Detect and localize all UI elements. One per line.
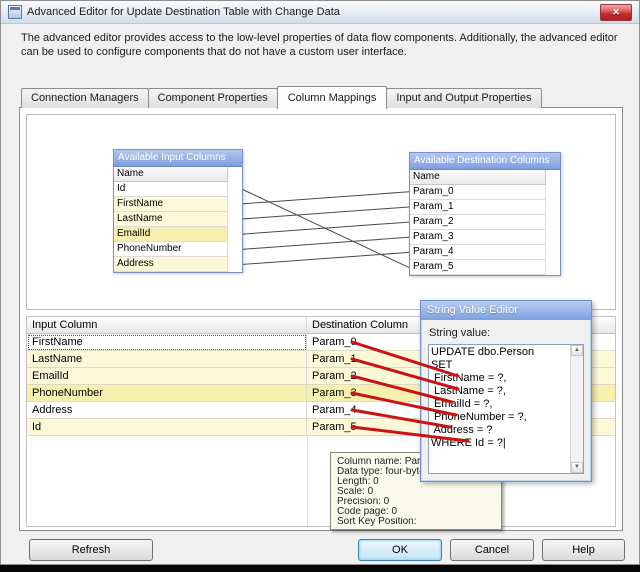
available-input-columns-box: Available Input Columns Name Id FirstNam… [113,149,243,273]
string-value-textarea[interactable]: UPDATE dbo.Person SET FirstName = ?, Las… [428,344,584,474]
grid-cell-input[interactable]: Id [27,419,307,436]
destination-column-item[interactable]: Param_1 [410,200,546,215]
window-title: Advanced Editor for Update Destination T… [27,6,340,18]
sql-text: UPDATE dbo.Person SET FirstName = ?, Las… [429,345,583,450]
tab-strip: Connection Managers Component Properties… [21,86,542,109]
string-value-editor-titlebar[interactable]: String Value Editor [421,301,591,320]
input-columns-box-titlebar[interactable]: Available Input Columns [114,150,242,167]
destination-columns-box-titlebar[interactable]: Available Destination Columns [410,153,560,170]
mapping-line [240,188,410,269]
grid-cell-input[interactable]: LastName [27,351,307,368]
destination-column-item[interactable]: Param_0 [410,185,546,200]
tooltip-line: Code page: 0 [337,507,398,517]
input-column-item[interactable]: PhoneNumber [114,242,228,257]
sql-line: SET [431,359,453,371]
input-column-item[interactable]: LastName [114,212,228,227]
mapping-canvas: Available Input Columns Name Id FirstNam… [26,114,616,310]
sql-line: Address = ? [431,424,493,436]
editor-scrollbar[interactable]: ▲ ▼ [570,345,583,473]
input-column-item[interactable]: FirstName [114,197,228,212]
string-value-editor-window: String Value Editor String value: UPDATE… [420,300,592,482]
input-columns-name-header[interactable]: Name [114,167,228,182]
tab-connection-managers[interactable]: Connection Managers [21,88,149,108]
string-value-label: String value: [429,327,491,339]
dialog-description: The advanced editor provides access to t… [21,32,618,58]
mapping-line [240,206,410,220]
tab-column-mappings[interactable]: Column Mappings [276,86,388,109]
tooltip-line: Scale: 0 [337,487,374,497]
dialog-icon [8,5,22,19]
tooltip-line: Precision: 0 [337,497,390,507]
ok-button[interactable]: OK [358,539,442,561]
grid-cell-input[interactable]: PhoneNumber [27,385,307,402]
sql-line: PhoneNumber = ?, [431,411,527,423]
mapping-line [240,191,410,205]
help-button[interactable]: Help [542,539,625,561]
close-icon: ✕ [612,7,620,17]
tab-input-output-properties[interactable]: Input and Output Properties [386,88,542,108]
sql-line: WHERE Id = ?| [431,437,506,449]
refresh-button[interactable]: Refresh [29,539,153,561]
tab-component-properties[interactable]: Component Properties [147,88,278,108]
screen: Advanced Editor for Update Destination T… [0,0,640,572]
destination-column-item[interactable]: Param_4 [410,245,546,260]
cancel-button[interactable]: Cancel [450,539,534,561]
dialog-titlebar[interactable]: Advanced Editor for Update Destination T… [1,1,639,24]
input-column-item[interactable]: EmailId [114,227,228,242]
sql-line: EmailId = ?, [431,398,493,410]
close-button[interactable]: ✕ [600,4,632,21]
destination-column-item[interactable]: Param_3 [410,230,546,245]
input-column-item[interactable]: Id [114,182,228,197]
destination-columns-name-header[interactable]: Name [410,170,546,185]
sql-line: FirstName = ?, [431,372,507,384]
grid-header-input-column[interactable]: Input Column [27,317,307,334]
sql-line: UPDATE dbo.Person [431,346,535,358]
tooltip-line: Sort Key Position: [337,517,417,527]
grid-cell-input[interactable]: Address [27,402,307,419]
mapping-line [240,236,410,250]
sql-line: LastName = ?, [431,385,506,397]
destination-column-item[interactable]: Param_2 [410,215,546,230]
scroll-up-icon[interactable]: ▲ [571,345,583,356]
grid-cell-input[interactable]: EmailId [27,368,307,385]
destination-column-item[interactable]: Param_5 [410,260,546,275]
grid-cell-input[interactable]: FirstName [27,334,307,351]
scroll-down-icon[interactable]: ▼ [571,462,583,473]
available-destination-columns-box: Available Destination Columns Name Param… [409,152,561,276]
bottom-strip [0,565,640,572]
string-value-editor-title: String Value Editor [427,304,518,316]
input-column-item[interactable]: Address [114,257,228,272]
mapping-line [240,251,410,266]
